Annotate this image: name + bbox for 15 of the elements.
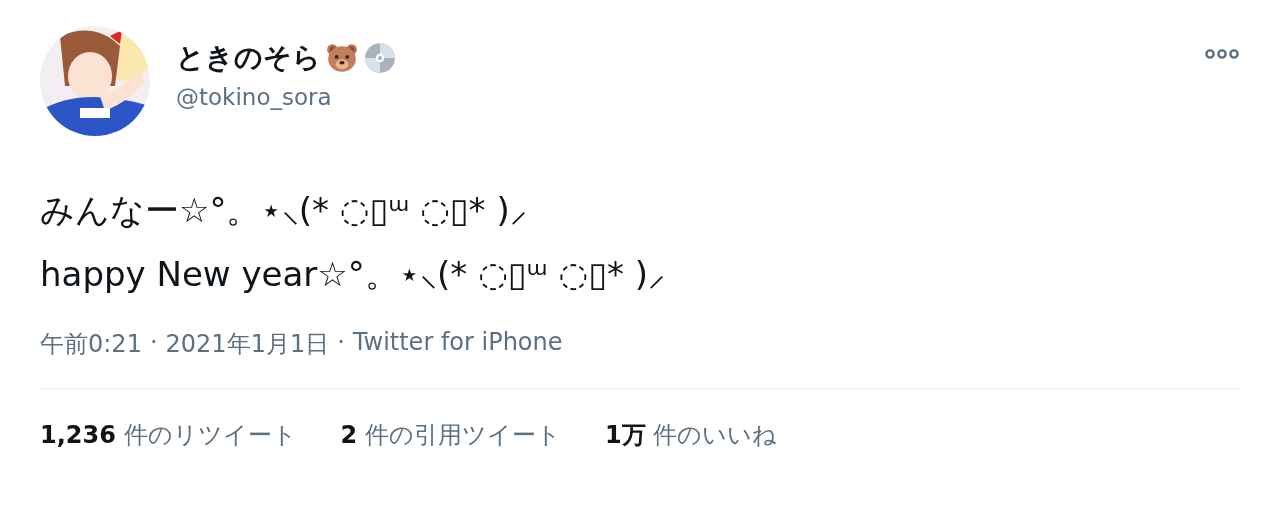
tweet-date[interactable]: 2021年1月1日 [165,328,330,360]
display-name[interactable]: ときのそら [176,40,321,76]
tweet-time[interactable]: 午前0:21 [40,328,142,360]
stat-link[interactable]: 1万 件のいいね [604,419,778,451]
more-icon[interactable] [1204,48,1240,60]
stat-link[interactable]: 2 件の引用ツイート [340,419,561,451]
stat-link[interactable]: 1,236 件のリツイート [40,419,297,451]
tweet-text: みんなー☆°。⋆⸜(* ◌▯ᵚ ◌▯* )⸝ [40,189,528,232]
tweet-text: happy New year☆°。⋆⸜(* ◌▯ᵚ ◌▯* )⸝ [40,253,666,296]
separator-dot: · [149,328,158,358]
disc-icon [363,41,397,75]
bear-icon [325,41,359,75]
user-handle[interactable]: @tokino_sora [176,84,397,110]
tweet-source[interactable]: Twitter for iPhone [352,328,563,360]
separator-dot: · [337,328,345,358]
